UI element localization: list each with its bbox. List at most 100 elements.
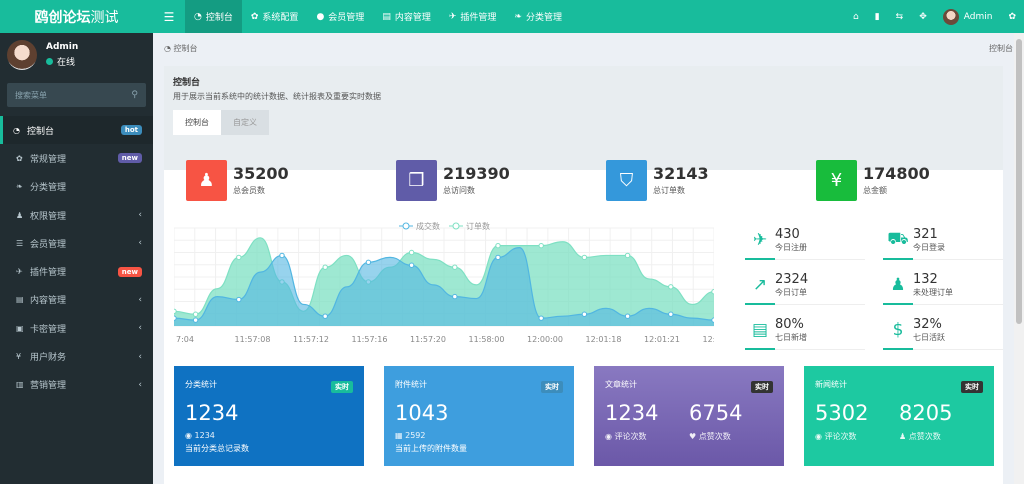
sidebar-item-auth[interactable]: ♟ 权限管理 ‹ <box>0 201 153 229</box>
card-sub-icon: ▦ <box>395 431 403 440</box>
data-point[interactable] <box>174 315 177 321</box>
panel-description: 用于展示当前系统中的统计数据、统计报表及重要实时数据 <box>173 92 381 101</box>
data-point[interactable] <box>581 254 588 261</box>
data-point[interactable] <box>495 242 501 249</box>
data-point[interactable] <box>452 264 458 270</box>
mini-stat-underline <box>883 348 913 350</box>
data-point[interactable] <box>495 254 501 261</box>
sidebar-item-finance[interactable]: ¥ 用户财务 ‹ <box>0 342 153 370</box>
data-point[interactable] <box>452 293 458 300</box>
topnav-file[interactable]: ▤ 内容管理 <box>373 0 440 33</box>
data-point[interactable] <box>236 254 242 261</box>
sidebar-item-member[interactable]: ☰ 会员管理 ‹ <box>0 229 153 257</box>
search-input[interactable] <box>15 90 132 100</box>
topnav-rocket[interactable]: ✈ 插件管理 <box>440 0 506 33</box>
tab-0[interactable]: 控制台 <box>173 110 221 135</box>
stat-label: 总会员数 <box>233 186 265 195</box>
data-point[interactable] <box>668 311 674 317</box>
new-icon: ▤ <box>751 319 769 340</box>
sidebar-item-label: 卡密管理 <box>30 324 67 335</box>
language-icon[interactable]: ⇆ <box>888 0 912 33</box>
data-point[interactable] <box>538 315 544 321</box>
data-point[interactable] <box>624 252 631 259</box>
mini-stat-label: 七日新增 <box>775 332 807 342</box>
data-point[interactable] <box>236 296 242 303</box>
chevron-left-icon: ‹ <box>138 351 142 362</box>
data-point[interactable] <box>711 289 714 295</box>
stat-value: 219390 <box>443 164 510 183</box>
sidebar-item-label: 内容管理 <box>30 296 67 307</box>
data-point[interactable] <box>538 242 544 249</box>
mini-stat-value: 80% <box>775 316 804 332</box>
trash-icon[interactable]: ▮ <box>867 0 888 33</box>
sidebar-item-label: 用户财务 <box>30 353 67 364</box>
legend-label[interactable]: 成交数 <box>416 221 440 231</box>
card-title: 附件统计 <box>395 380 427 389</box>
sidebar-item-label: 权限管理 <box>30 211 67 222</box>
page-scrollbar[interactable] <box>1014 33 1024 484</box>
stat-visits: ❒ 219390 总访问数 <box>396 152 510 208</box>
data-point[interactable] <box>322 313 328 319</box>
x-tick-label: 7:04 <box>176 335 194 344</box>
x-tick-label: 12:00:00 <box>527 335 563 344</box>
pending-icon: ♟ <box>890 274 906 295</box>
main-content: ◔ 控制台 控制台 控制台 用于展示当前系统中的统计数据、统计报表及重要实时数据… <box>153 33 1024 484</box>
sidebar-item-general[interactable]: ✿ 常规管理 new <box>0 144 153 172</box>
settings-icon[interactable]: ✿ <box>1000 0 1024 33</box>
topnav-user[interactable]: ● 会员管理 <box>307 0 373 33</box>
tab-1[interactable]: 自定义 <box>221 110 269 135</box>
menu-toggle-icon[interactable]: ☰ <box>153 0 185 33</box>
data-point[interactable] <box>174 308 177 314</box>
fullscreen-icon[interactable]: ✥ <box>911 0 935 33</box>
sidebar-item-addon[interactable]: ✈ 插件管理 new <box>0 257 153 285</box>
members-icon: ♟ <box>186 159 227 201</box>
login-icon: ⛟ <box>887 228 909 249</box>
sidebar-item-dashboard[interactable]: ◔ 控制台 hot <box>0 116 153 145</box>
home-icon[interactable]: ⌂ <box>845 0 867 33</box>
data-point[interactable] <box>624 313 631 319</box>
data-point[interactable] <box>581 311 588 317</box>
data-point[interactable] <box>408 249 415 256</box>
card-value: 8205 <box>899 401 953 425</box>
avatar <box>7 40 37 70</box>
data-point[interactable] <box>668 284 674 290</box>
sidebar: Admin 在线 ⚲ ◔ 控制台 hot ✿ 常规管理 new ❧ 分类管理 ♟ 权限管理 ‹ ☰ 会员… <box>0 33 153 484</box>
scrollbar-thumb[interactable] <box>1016 39 1022 324</box>
legend-marker <box>452 222 460 230</box>
user-icon: ● <box>316 11 325 22</box>
x-tick-label: 12:01:21 <box>644 335 680 344</box>
data-point[interactable] <box>408 262 415 268</box>
sidebar-search: ⚲ <box>7 83 146 107</box>
user-menu[interactable]: Admin <box>935 0 1001 33</box>
avatar <box>942 8 959 25</box>
data-point[interactable] <box>711 317 714 323</box>
card-value: 1234 <box>185 401 239 425</box>
card-sub: ◉ 评论次数 <box>605 432 647 441</box>
visits-icon: ❒ <box>396 159 437 201</box>
data-point[interactable] <box>192 317 199 323</box>
card-sub: ♥ 点赞次数 <box>689 432 731 441</box>
topnav-leaf[interactable]: ❧ 分类管理 <box>505 0 571 33</box>
data-point[interactable] <box>365 259 372 265</box>
sidebar-item-category[interactable]: ❧ 分类管理 <box>0 173 153 201</box>
search-icon[interactable]: ⚲ <box>131 90 138 100</box>
mini-stat-value: 32% <box>913 316 942 332</box>
card-attachment: 附件统计 实时 1043 ▦ 2592 当前上传的附件数量 <box>384 366 574 466</box>
sidebar-item-content[interactable]: ▤ 内容管理 ‹ <box>0 286 153 314</box>
topnav-gear[interactable]: ✿ 系统配置 <box>242 0 308 33</box>
data-point[interactable] <box>192 311 199 317</box>
sidebar-item-marketing[interactable]: ▥ 营销管理 ‹ <box>0 371 153 399</box>
card-title: 文章统计 <box>605 380 637 389</box>
mini-stat-pending: ♟ 132 未处理订单 <box>883 265 1003 305</box>
app-logo[interactable]: 鸥创论坛 测试 <box>0 0 153 33</box>
data-point[interactable] <box>322 264 328 270</box>
chevron-left-icon: ‹ <box>138 379 142 390</box>
legend-label[interactable]: 订单数 <box>466 221 490 231</box>
breadcrumb: ◔ 控制台 控制台 <box>164 43 1013 53</box>
sidebar-item-card[interactable]: ▣ 卡密管理 ‹ <box>0 314 153 342</box>
data-point[interactable] <box>279 252 285 259</box>
sidebar-item-label: 插件管理 <box>30 268 67 279</box>
topnav-dashboard[interactable]: ◔ 控制台 <box>185 0 242 33</box>
mini-stat-label: 七日活跃 <box>913 332 945 342</box>
card-category: 分类统计 实时 1234 ◉ 1234 当前分类总记录数 <box>174 366 364 466</box>
